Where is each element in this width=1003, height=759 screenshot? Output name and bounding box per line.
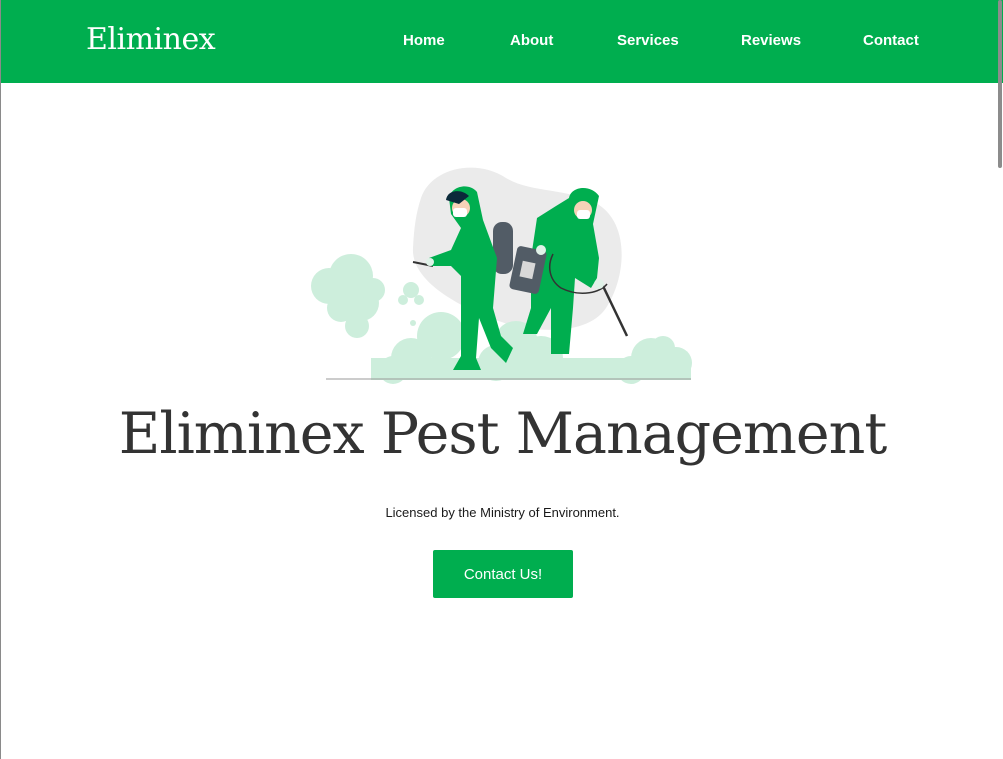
page-scrollbar[interactable] [997, 0, 1003, 759]
nav-reviews[interactable]: Reviews [741, 32, 801, 49]
nav-about[interactable]: About [510, 32, 553, 49]
nav-home[interactable]: Home [403, 32, 445, 49]
hero-subtitle: Licensed by the Ministry of Environment. [385, 505, 620, 520]
brand-logo[interactable]: Eliminex [86, 22, 216, 57]
hero-title: Eliminex Pest Management [118, 401, 888, 467]
nav-contact[interactable]: Contact [863, 32, 919, 49]
scrollbar-thumb[interactable] [998, 0, 1002, 168]
contact-us-button[interactable]: Contact Us! [433, 550, 573, 598]
pest-control-workers-spraying-icon [311, 167, 692, 384]
top-navbar: Eliminex Home About Services Reviews Con… [1, 0, 1003, 83]
nav-services[interactable]: Services [617, 32, 679, 49]
